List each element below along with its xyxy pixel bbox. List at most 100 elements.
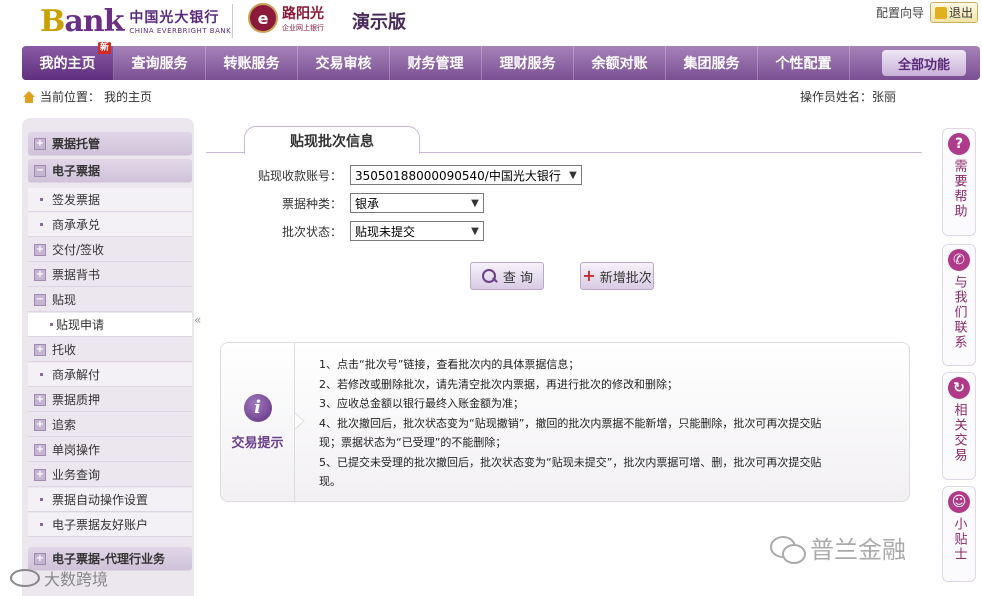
sidebar-item-label: 签发票据	[52, 193, 101, 207]
sidebar-item-collection[interactable]: + 托收	[28, 338, 192, 362]
collapse-sidebar-icon[interactable]: «	[194, 313, 201, 327]
nav-label: 转账服务	[223, 56, 280, 72]
sidebar-item-single-post[interactable]: + 单岗操作	[28, 438, 192, 462]
chevron-down-icon: ▼	[569, 169, 577, 181]
refresh-icon: ↻	[948, 377, 970, 399]
bank-name-cn: 中国光大银行	[129, 10, 220, 26]
nav-my-home[interactable]: 我的主页 新	[22, 42, 114, 80]
header: Bank 中国光大银行 CHINA EVERBRIGHT BANK e 路阳光 …	[0, 0, 982, 44]
breadcrumb: 当前位置： 我的主页	[22, 88, 152, 105]
tip-line: 1、点击“批次号”链接，查看批次内的具体票据信息；	[319, 358, 580, 371]
nav-label: 集团服务	[683, 56, 740, 72]
sidebar-item-pledge[interactable]: + 票据质押	[28, 388, 192, 412]
sidebar-item-auto-settings[interactable]: 票据自动操作设置	[28, 488, 192, 512]
bullet-icon	[40, 223, 43, 226]
tip-line: 2、若修改或删除批次，请先清空批次内票据，再进行批次的修改和删除；	[319, 377, 678, 391]
sidebar-item-recourse[interactable]: + 追索	[28, 413, 192, 437]
rail-contact[interactable]: ✆ 与我们联系	[942, 244, 976, 366]
rail-related[interactable]: ↻ 相关交易	[942, 372, 976, 480]
bullet-icon	[40, 498, 43, 501]
sidebar-item-label: 电子票据-代理行业务	[52, 552, 165, 566]
sidebar-item-commercial-payment[interactable]: 商承解付	[28, 363, 192, 387]
account-select[interactable]: 35050188000090540/中国光大银行 ▼	[350, 165, 582, 185]
sidebar-item-label: 电子票据友好账户	[52, 518, 149, 532]
phone-icon: ✆	[948, 249, 970, 271]
sidebar-item-issue-bill[interactable]: 签发票据	[28, 188, 192, 212]
form-row-account: 贴现收款账号： 35050188000090540/中国光大银行 ▼	[206, 165, 582, 185]
tip-line: 4、批次撤回后，批次状态变为“贴现撤销”，撤回的批次内票据不能新增，只能删除，批…	[319, 416, 822, 430]
query-button[interactable]: 查 询	[470, 262, 544, 290]
rail-tips-label: 小贴士	[951, 517, 967, 562]
tip-line: 现。	[319, 475, 341, 488]
sidebar-item-label: 电子票据	[52, 164, 101, 178]
nav-personal-config[interactable]: 个性配置	[758, 46, 850, 80]
tips-title: 交易提示	[231, 435, 284, 451]
nav-finance-management[interactable]: 财务管理	[390, 46, 482, 80]
sidebar-item-endorsement[interactable]: + 票据背书	[28, 263, 192, 287]
sidebar-item-friendly-accounts[interactable]: 电子票据友好账户	[28, 513, 192, 537]
sidebar-item-commercial-acceptance[interactable]: 商承承兑	[28, 213, 192, 237]
bullet-icon	[40, 198, 43, 201]
sidebar-item-label: 交付/签收	[52, 243, 105, 257]
expand-icon: +	[34, 468, 46, 481]
search-icon	[481, 268, 499, 284]
plus-icon: +	[582, 266, 596, 285]
bill-type-select[interactable]: 银承 ▼	[350, 193, 484, 213]
breadcrumb-current[interactable]: 我的主页	[104, 88, 152, 105]
nav-label: 个性配置	[775, 56, 832, 72]
config-wizard-link[interactable]: 配置向导	[876, 4, 924, 21]
smile-icon: ☺	[948, 491, 970, 513]
weibo-icon	[10, 569, 40, 587]
nav-balance-reconcile[interactable]: 余额对账	[574, 46, 666, 80]
rail-tips[interactable]: ☺ 小贴士	[942, 486, 976, 582]
sidebar-item-label: 票据质押	[52, 393, 101, 407]
nav-label: 交易审核	[315, 56, 372, 72]
sidebar-item-label: 票据背书	[52, 268, 101, 282]
nav-transfer-service[interactable]: 转账服务	[206, 46, 298, 80]
expand-icon: +	[34, 343, 46, 356]
sidebar-item-deliver-sign[interactable]: + 交付/签收	[28, 238, 192, 262]
nav-transaction-review[interactable]: 交易审核	[298, 46, 390, 80]
tip-line: 现；票据状态为“已受理”的不能删除；	[319, 436, 507, 449]
sidebar-item-discount[interactable]: − 贴现	[28, 288, 192, 312]
sidebar-item-label: 商承解付	[52, 368, 101, 382]
bank-name-en: CHINA EVERBRIGHT BANK	[129, 27, 232, 35]
tip-line: 3、应收总金额以银行最终入账金额为准；	[319, 397, 524, 410]
expand-icon: +	[34, 243, 46, 256]
tab-discount-batch-info[interactable]: 贴现批次信息	[244, 126, 420, 154]
nav-group-service[interactable]: 集团服务	[666, 46, 758, 80]
all-functions-button[interactable]: 全部功能	[882, 50, 966, 76]
sidebar-item-discount-apply[interactable]: 贴现申请	[28, 313, 192, 337]
batch-status-select[interactable]: 贴现未提交 ▼	[350, 221, 484, 241]
nav-query-service[interactable]: 查询服务	[114, 46, 206, 80]
status-label: 批次状态：	[281, 224, 342, 239]
chevron-down-icon: ▼	[471, 197, 479, 209]
wechat-icon	[770, 534, 806, 564]
main-nav: 我的主页 新 查询服务 转账服务 交易审核 财务管理 理财服务 余额对账 集团服…	[22, 42, 980, 80]
expand-icon: +	[34, 418, 46, 431]
exit-label: 退出	[948, 6, 973, 20]
watermark-right-text: 普兰金融	[810, 536, 906, 564]
nav-label: 余额对账	[591, 56, 648, 72]
exit-button[interactable]: 退出	[929, 2, 978, 23]
home-icon	[22, 90, 36, 103]
tips-list: 1、点击“批次号”链接，查看批次内的具体票据信息； 2、若修改或删除批次，请先清…	[319, 355, 879, 492]
account-value: 35050188000090540/中国光大银行	[355, 168, 561, 183]
sidebar-item-label: 托收	[52, 343, 77, 357]
sidebar-item-bill-custody[interactable]: + 票据托管	[28, 132, 192, 156]
nav-label: 我的主页	[39, 56, 96, 72]
expand-icon: +	[34, 137, 46, 150]
rail-help-label: 需要帮助	[951, 159, 967, 219]
sidebar-item-electronic-bills[interactable]: − 电子票据	[28, 159, 192, 183]
nav-wealth-service[interactable]: 理财服务	[482, 46, 574, 80]
bank-logo-mark: Bank	[40, 3, 124, 39]
sidebar-item-label: 贴现	[52, 293, 77, 307]
query-label: 查 询	[502, 270, 534, 286]
sidebar-item-business-query[interactable]: + 业务查询	[28, 463, 192, 487]
status-value: 贴现未提交	[355, 224, 416, 239]
rail-help[interactable]: ? 需要帮助	[942, 128, 976, 236]
sidebar-item-label: 票据自动操作设置	[52, 493, 149, 507]
nav-label: 查询服务	[131, 56, 188, 72]
type-value: 银承	[355, 196, 380, 211]
add-batch-button[interactable]: + 新增批次	[580, 262, 654, 290]
